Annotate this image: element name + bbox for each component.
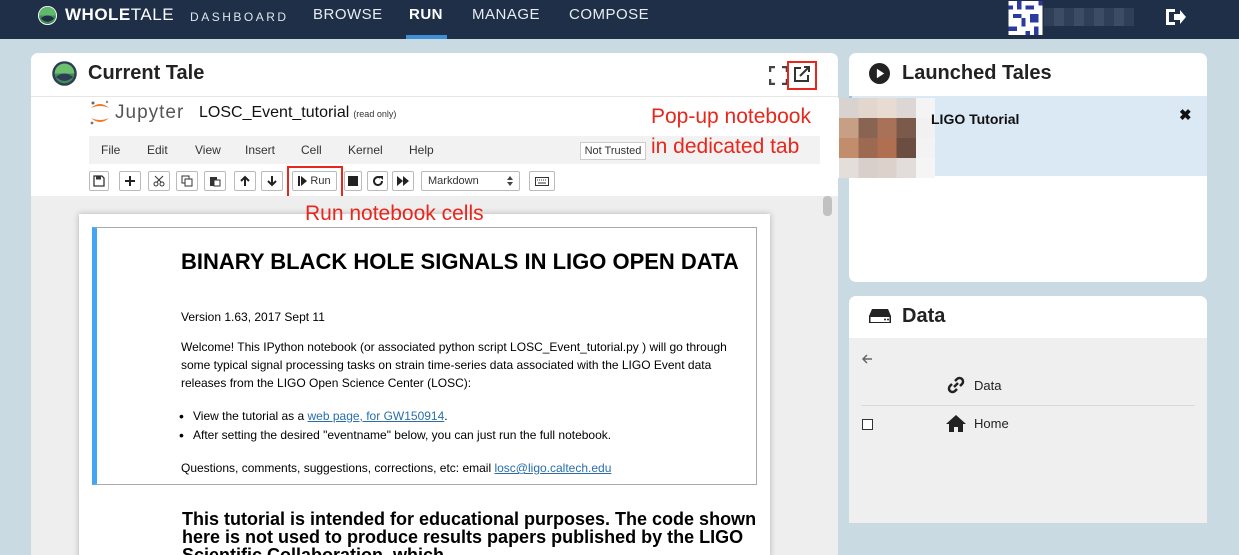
nav-browse[interactable]: BROWSE	[313, 6, 383, 23]
paste-icon	[210, 177, 221, 187]
hard-drive-icon	[869, 309, 891, 323]
menu-edit[interactable]: Edit	[147, 143, 168, 157]
data-panel-body	[849, 338, 1207, 523]
save-button[interactable]	[89, 171, 109, 191]
move-down-button[interactable]	[261, 171, 283, 191]
questions-text: Questions, comments, suggestions, correc…	[181, 461, 495, 475]
menu-cell[interactable]: Cell	[301, 143, 322, 157]
restart-button[interactable]	[367, 171, 388, 191]
popup-annotation: Pop-up notebook in dedicated tab	[651, 102, 811, 162]
notebook-name-text: LOSC_Event_tutorial	[199, 104, 350, 121]
wholetale-logo-icon	[37, 5, 58, 25]
username-redacted	[1044, 8, 1134, 26]
bullet-text: View the tutorial as a	[193, 409, 308, 423]
notebook-scrollbar[interactable]	[823, 196, 832, 216]
jupyter-logo[interactable]: Jupyter	[89, 99, 184, 127]
trust-badge[interactable]: Not Trusted	[580, 142, 646, 160]
data-panel-title: Data	[902, 305, 946, 327]
nav-active-indicator	[406, 35, 447, 39]
run-all-button[interactable]	[392, 171, 414, 191]
interrupt-button[interactable]	[344, 171, 362, 191]
data-folder-label[interactable]: Data	[974, 378, 1001, 393]
cell-type-value: Markdown	[428, 175, 479, 187]
markdown-cell[interactable]: BINARY BLACK HOLE SIGNALS IN LIGO OPEN D…	[92, 227, 757, 485]
play-circle-icon	[869, 63, 890, 84]
cut-button[interactable]	[148, 171, 170, 191]
stop-icon	[348, 176, 358, 186]
add-cell-button[interactable]	[119, 171, 141, 191]
run-highlight-box	[287, 166, 343, 198]
home-icon	[946, 415, 966, 432]
home-folder-label[interactable]: Home	[974, 416, 1009, 431]
bullet-item: After setting the desired "eventname" be…	[179, 427, 611, 443]
run-annotation: Run notebook cells	[305, 202, 484, 225]
cell-type-select[interactable]: Markdown	[421, 171, 520, 191]
brand-name: WHOLETALE	[65, 5, 175, 24]
nav-run[interactable]: RUN	[409, 6, 443, 23]
notebook-name[interactable]: LOSC_Event_tutorial (read only)	[199, 104, 396, 122]
launched-tales-title: Launched Tales	[902, 62, 1052, 84]
user-avatar[interactable]	[1007, 1, 1044, 35]
jupyter-wordmark: Jupyter	[115, 102, 185, 123]
notebook-welcome-text: Welcome! This IPython notebook (or assoc…	[181, 340, 727, 390]
move-up-button[interactable]	[234, 171, 256, 191]
launched-tale-name[interactable]: LIGO Tutorial	[931, 111, 1019, 127]
notebook-area[interactable]: BINARY BLACK HOLE SIGNALS IN LIGO OPEN D…	[31, 196, 838, 555]
close-tale-icon[interactable]: ✖	[1179, 106, 1192, 124]
brand[interactable]: WHOLETALE DASHBOARD	[37, 4, 289, 26]
nav-compose[interactable]: COMPOSE	[569, 6, 649, 23]
home-checkbox[interactable]	[862, 419, 873, 430]
copy-button[interactable]	[176, 171, 198, 191]
tale-thumbnail	[820, 98, 935, 178]
tale-logo-icon	[52, 61, 77, 86]
fullscreen-icon[interactable]	[769, 66, 788, 85]
tutorial-link[interactable]: web page, for GW150914	[308, 409, 445, 423]
notebook-heading: BINARY BLACK HOLE SIGNALS IN LIGO OPEN D…	[181, 249, 739, 274]
menu-insert[interactable]: Insert	[245, 143, 275, 157]
arrow-up-icon	[240, 175, 250, 186]
notebook-version: Version 1.63, 2017 Sept 11	[181, 310, 325, 324]
keyboard-icon	[535, 176, 549, 186]
email-link[interactable]: losc@ligo.caltech.edu	[494, 461, 611, 475]
bullet-text-end: .	[444, 409, 448, 423]
menu-kernel[interactable]: Kernel	[348, 143, 383, 157]
logout-icon[interactable]	[1163, 5, 1187, 29]
popup-annotation-line2: in dedicated tab	[651, 135, 800, 158]
fast-forward-icon	[397, 176, 409, 186]
current-tale-title: Current Tale	[88, 62, 205, 84]
link-icon	[947, 376, 965, 394]
refresh-icon	[372, 176, 383, 187]
back-arrow-icon[interactable]	[861, 353, 873, 365]
copy-icon	[181, 175, 193, 187]
command-palette-button[interactable]	[529, 171, 555, 191]
arrow-down-icon	[267, 176, 277, 187]
popup-annotation-line1: Pop-up notebook	[651, 105, 811, 128]
scissors-icon	[153, 175, 165, 187]
nav-manage[interactable]: MANAGE	[472, 6, 540, 23]
bullet-item: View the tutorial as a web page, for GW1…	[179, 408, 448, 424]
menu-file[interactable]: File	[101, 143, 120, 157]
plus-icon	[125, 176, 135, 186]
notebook-page: BINARY BLACK HOLE SIGNALS IN LIGO OPEN D…	[79, 214, 770, 555]
menu-view[interactable]: View	[195, 143, 221, 157]
select-arrows-icon	[507, 176, 513, 186]
paste-button[interactable]	[204, 171, 226, 191]
jupyter-logo-icon	[90, 100, 109, 125]
notebook-heading-2: This tutorial is intended for educationa…	[182, 509, 757, 555]
top-navbar: WHOLETALE DASHBOARD BROWSE RUN MANAGE CO…	[0, 0, 1239, 39]
notebook-questions: Questions, comments, suggestions, correc…	[181, 459, 611, 477]
save-icon	[93, 175, 105, 187]
brand-dashboard-label: DASHBOARD	[190, 9, 289, 24]
popout-highlight-box	[787, 61, 817, 90]
read-only-label: (read only)	[353, 109, 397, 119]
data-row-divider	[861, 405, 1195, 406]
menu-help[interactable]: Help	[409, 143, 434, 157]
